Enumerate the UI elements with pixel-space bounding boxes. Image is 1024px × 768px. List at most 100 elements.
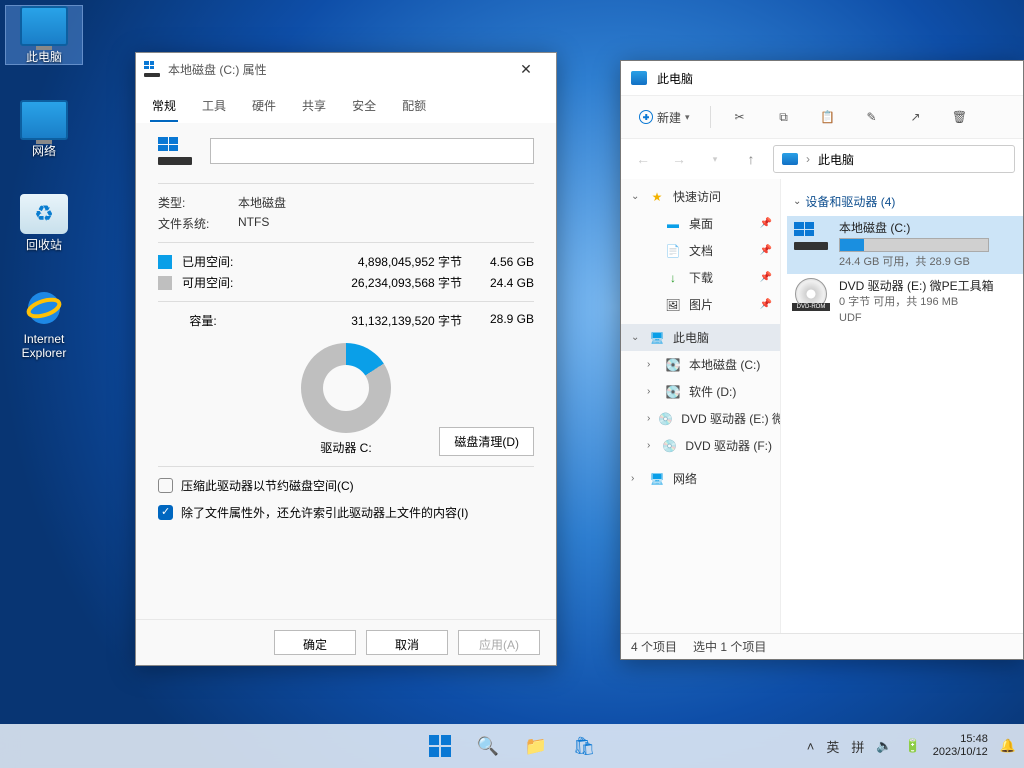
- sidebar-this-pc[interactable]: ⌄🖥此电脑: [621, 324, 780, 351]
- icon-label: InternetExplorer: [6, 332, 82, 360]
- pin-icon: 📌: [760, 299, 772, 310]
- store-icon: 🛍: [573, 736, 596, 757]
- copy-button[interactable]: ⧉: [765, 102, 803, 132]
- ime-indicator[interactable]: 英: [826, 737, 839, 756]
- internet-explorer-icon: [20, 288, 68, 328]
- compress-checkbox-row[interactable]: 压缩此驱动器以节约磁盘空间(C): [158, 477, 534, 494]
- battery-icon[interactable]: 🔋: [905, 738, 921, 754]
- checkbox-icon: [158, 505, 173, 520]
- desktop-icon-network[interactable]: 网络: [6, 100, 82, 158]
- monitor-icon: [20, 6, 68, 46]
- sidebar-desktop[interactable]: ▬桌面📌: [637, 210, 780, 237]
- drive-title: 本地磁盘 (C:): [839, 220, 1017, 236]
- tab-general[interactable]: 常规: [150, 91, 178, 122]
- search-button[interactable]: 🔍: [468, 726, 508, 766]
- ok-button[interactable]: 确定: [274, 630, 356, 655]
- capacity-label: 容量:: [158, 312, 248, 329]
- window-title: 本地磁盘 (C:) 属性: [168, 61, 504, 78]
- used-swatch: [158, 255, 172, 269]
- back-button[interactable]: ←: [629, 151, 657, 167]
- rename-icon: ✎: [863, 108, 881, 126]
- volume-icon[interactable]: 🔈: [876, 738, 892, 754]
- explorer-window: 此电脑 新建▾ ✂ ⧉ 📋 ✎ ↗ 🗑 ← → ▾ ↑ › 此电脑 ⌄★快速访问…: [620, 60, 1024, 660]
- drive-item-dvd-e[interactable]: DVD 驱动器 (E:) 微PE工具箱 0 字节 可用，共 196 MB UDF: [787, 274, 1023, 330]
- used-bytes: 4,898,045,952 字节: [248, 253, 472, 270]
- this-pc-icon: [782, 153, 798, 165]
- scissors-icon: ✂: [731, 108, 749, 126]
- drive-fs: UDF: [839, 310, 1017, 326]
- status-selection: 选中 1 个项目: [693, 638, 766, 655]
- type-value: 本地磁盘: [238, 194, 286, 211]
- drive-subtitle: 24.4 GB 可用，共 28.9 GB: [839, 254, 1017, 270]
- plus-icon: [639, 110, 653, 124]
- close-button[interactable]: ✕: [504, 54, 548, 84]
- this-pc-icon: [631, 71, 647, 85]
- share-icon: ↗: [907, 108, 925, 126]
- free-swatch: [158, 276, 172, 290]
- up-button[interactable]: ↑: [737, 151, 765, 167]
- delete-button[interactable]: 🗑: [941, 102, 979, 132]
- tab-quota[interactable]: 配额: [400, 91, 428, 122]
- paste-button[interactable]: 📋: [809, 102, 847, 132]
- filesystem-value: NTFS: [238, 215, 269, 232]
- dvd-icon: [793, 278, 829, 310]
- address-text: 此电脑: [818, 151, 854, 168]
- address-bar[interactable]: › 此电脑: [773, 145, 1015, 173]
- clock[interactable]: 15:48 2023/10/12: [933, 733, 988, 759]
- rename-button[interactable]: ✎: [853, 102, 891, 132]
- sidebar-drive-f[interactable]: ›💿DVD 驱动器 (F:): [637, 432, 780, 459]
- sidebar-downloads[interactable]: ↓下载📌: [637, 264, 780, 291]
- new-button[interactable]: 新建▾: [629, 103, 700, 132]
- copy-icon: ⧉: [775, 108, 793, 126]
- status-bar: 4 个项目 选中 1 个项目: [621, 633, 1023, 659]
- cut-button[interactable]: ✂: [721, 102, 759, 132]
- usage-donut: [301, 343, 391, 433]
- capacity-bar: [839, 238, 989, 252]
- tab-security[interactable]: 安全: [350, 91, 378, 122]
- sidebar-pictures[interactable]: 🖼图片📌: [637, 291, 780, 318]
- desktop-icon-ie[interactable]: InternetExplorer: [6, 288, 82, 360]
- forward-button[interactable]: →: [665, 151, 693, 167]
- cancel-button[interactable]: 取消: [366, 630, 448, 655]
- main-pane: ⌄设备和驱动器 (4) 本地磁盘 (C:) 24.4 GB 可用，共 28.9 …: [781, 179, 1023, 633]
- tab-sharing[interactable]: 共享: [300, 91, 328, 122]
- sidebar: ⌄★快速访问 ▬桌面📌 📄文档📌 ↓下载📌 🖼图片📌 ⌄🖥此电脑 ›💽本地磁盘 …: [621, 179, 781, 633]
- time: 15:48: [933, 733, 988, 746]
- tray-chevron-icon[interactable]: ˄: [807, 739, 815, 754]
- sidebar-drive-c[interactable]: ›💽本地磁盘 (C:): [637, 351, 780, 378]
- sidebar-quick-access[interactable]: ⌄★快速访问: [621, 183, 780, 210]
- start-button[interactable]: [420, 726, 460, 766]
- apply-button[interactable]: 应用(A): [458, 630, 540, 655]
- window-title: 此电脑: [657, 70, 693, 87]
- trash-icon: 🗑: [951, 108, 969, 126]
- free-label: 可用空间:: [182, 274, 248, 291]
- sidebar-drive-d[interactable]: ›💽软件 (D:): [637, 378, 780, 405]
- index-checkbox-row[interactable]: 除了文件属性外，还允许索引此驱动器上文件的内容(I): [158, 504, 534, 521]
- share-button[interactable]: ↗: [897, 102, 935, 132]
- sidebar-drive-e[interactable]: ›💿DVD 驱动器 (E:) 微: [637, 405, 780, 432]
- desktop-icon-this-pc[interactable]: 此电脑: [6, 6, 82, 64]
- drive-name-input[interactable]: [210, 138, 534, 164]
- desktop-icon-recycle-bin[interactable]: 回收站: [6, 194, 82, 252]
- notifications-icon[interactable]: 🔔: [1000, 738, 1016, 754]
- capacity-hr: 28.9 GB: [472, 312, 534, 329]
- section-header[interactable]: ⌄设备和驱动器 (4): [787, 187, 1023, 216]
- disk-cleanup-button[interactable]: 磁盘清理(D): [439, 427, 534, 456]
- tab-hardware[interactable]: 硬件: [250, 91, 278, 122]
- folder-icon: 📁: [525, 736, 547, 757]
- store-taskbar-button[interactable]: 🛍: [564, 726, 604, 766]
- drive-icon: [144, 61, 160, 77]
- drive-icon: [793, 220, 829, 252]
- drive-item-c[interactable]: 本地磁盘 (C:) 24.4 GB 可用，共 28.9 GB: [787, 216, 1023, 274]
- recent-button[interactable]: ▾: [701, 154, 729, 165]
- search-icon: 🔍: [477, 736, 499, 757]
- explorer-taskbar-button[interactable]: 📁: [516, 726, 556, 766]
- filesystem-label: 文件系统:: [158, 215, 238, 232]
- status-count: 4 个项目: [631, 638, 677, 655]
- titlebar[interactable]: 此电脑: [621, 61, 1023, 95]
- tab-tools[interactable]: 工具: [200, 91, 228, 122]
- sidebar-documents[interactable]: 📄文档📌: [637, 237, 780, 264]
- ime-mode[interactable]: 拼: [851, 737, 864, 756]
- titlebar[interactable]: 本地磁盘 (C:) 属性 ✕: [136, 53, 556, 85]
- sidebar-network[interactable]: ›🖥网络: [621, 465, 780, 492]
